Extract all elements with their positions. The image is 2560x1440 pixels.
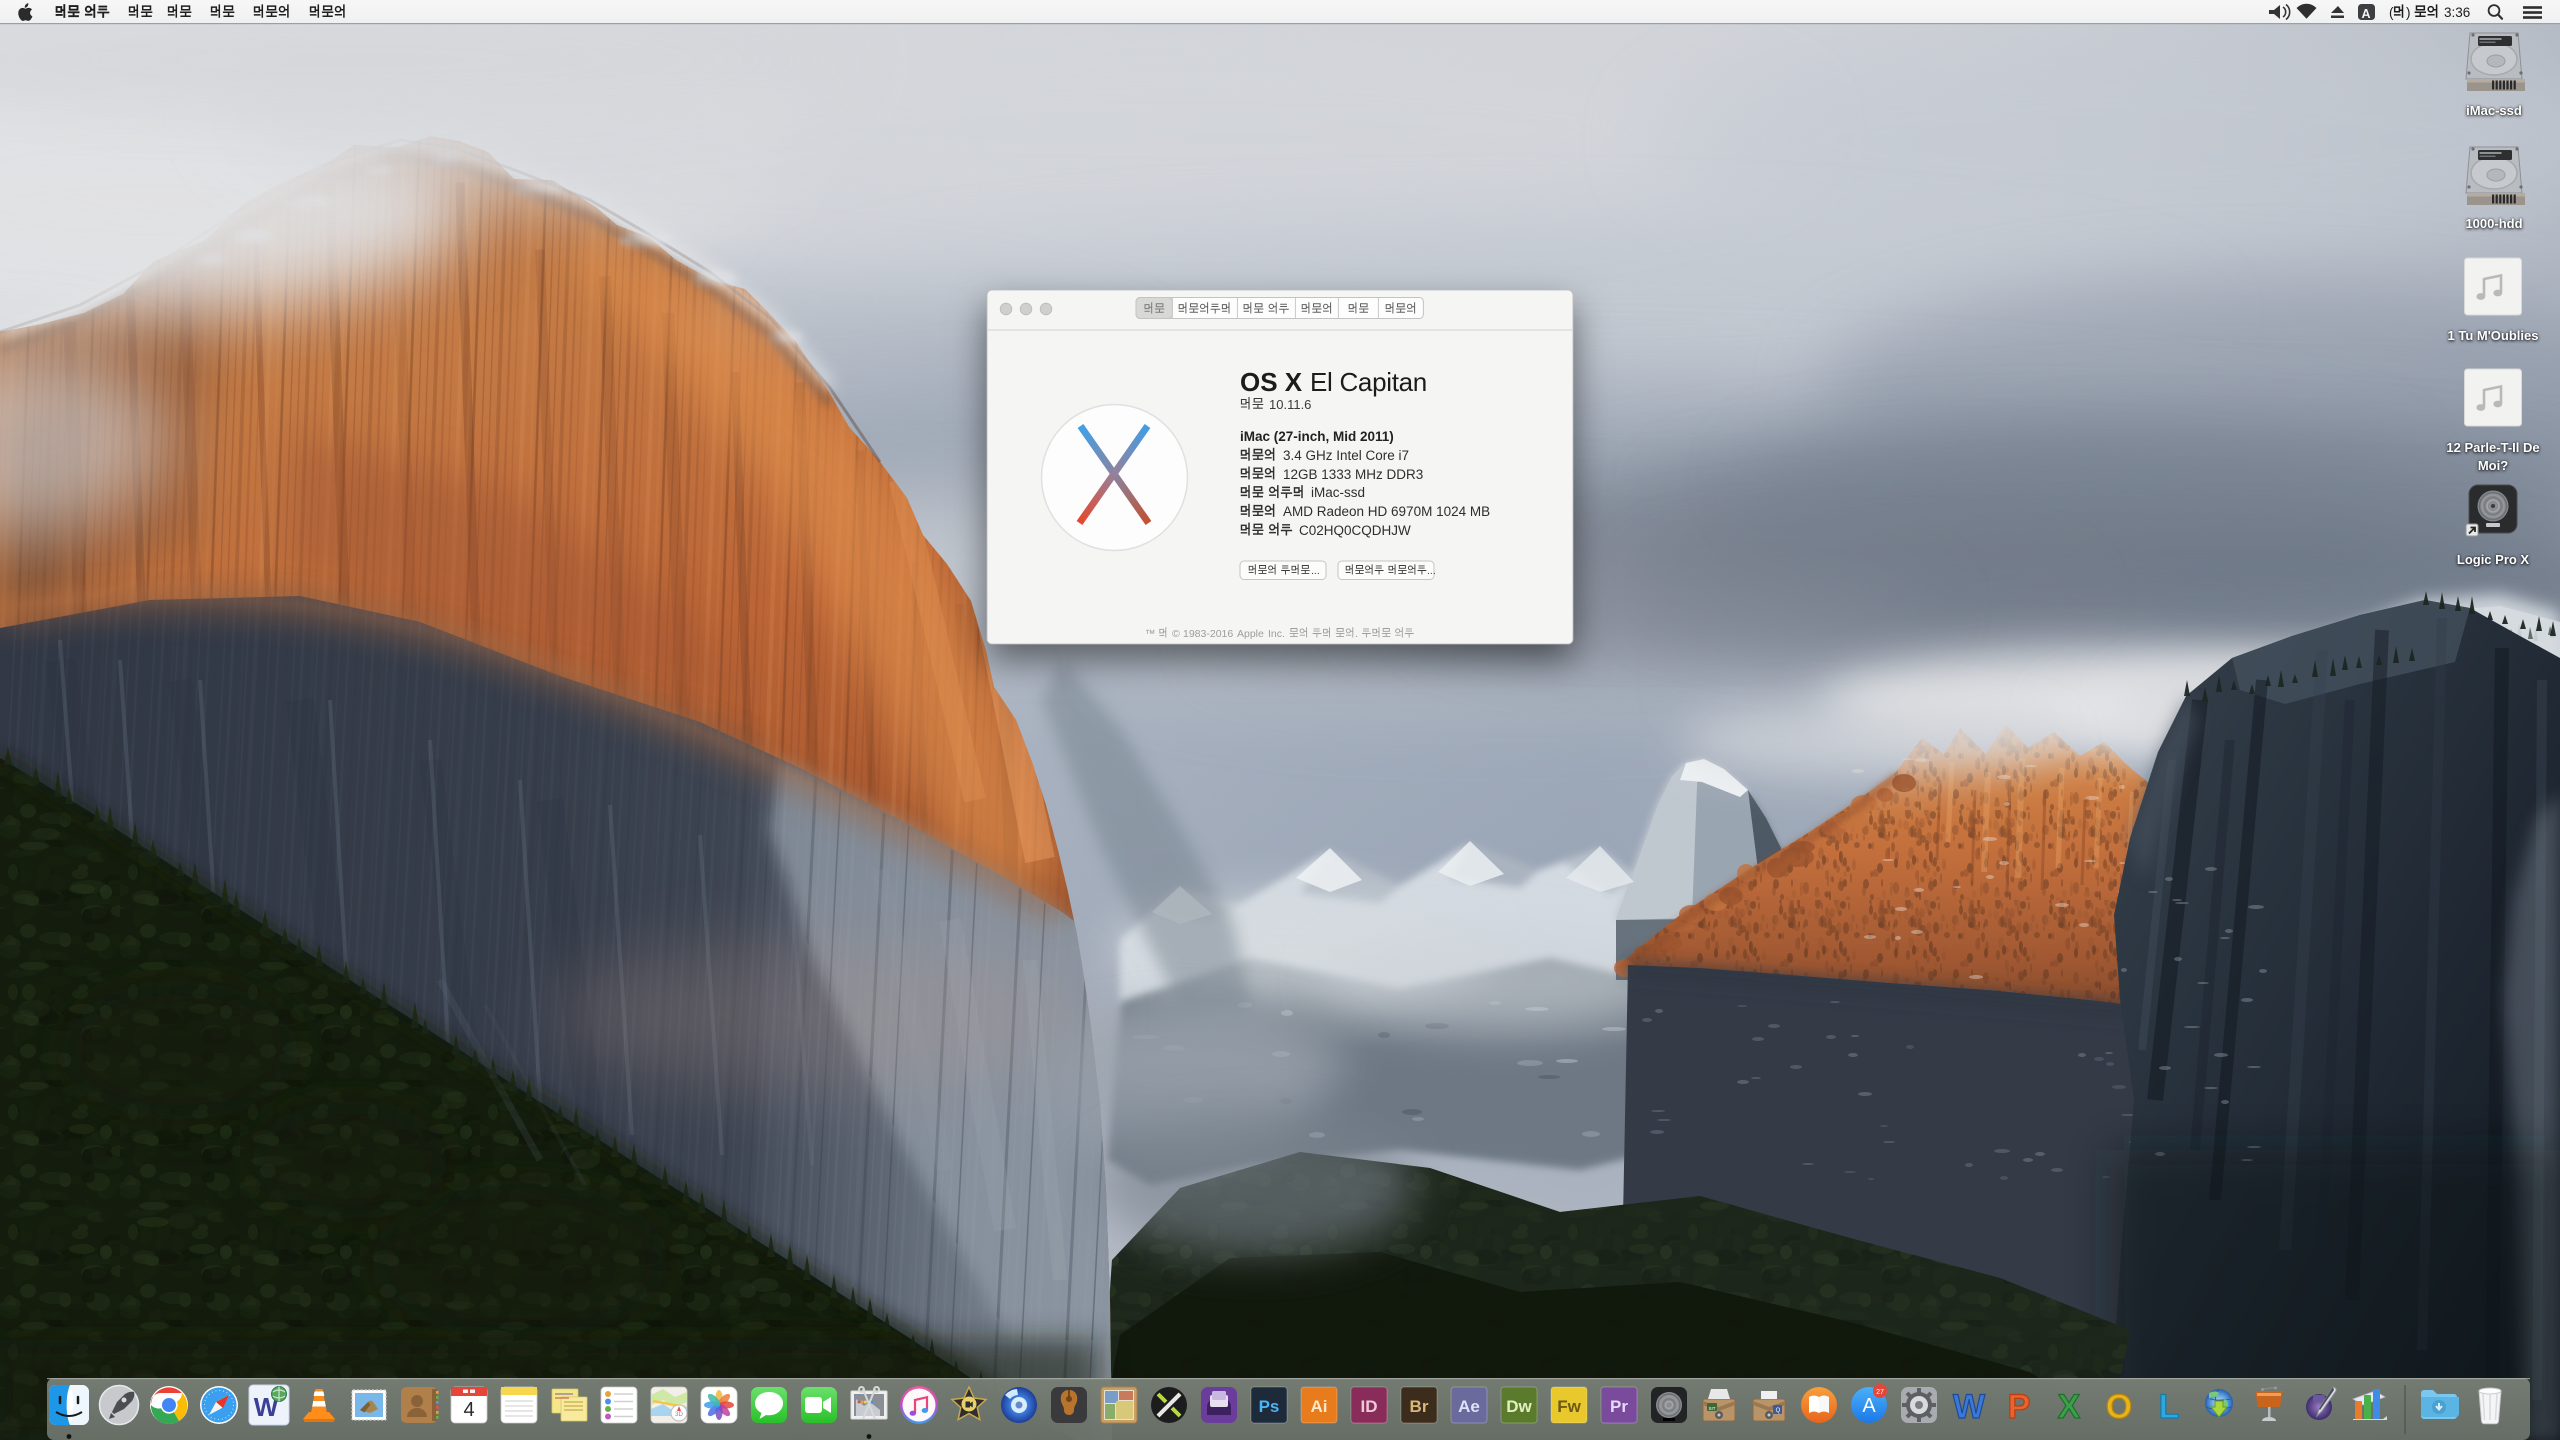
svg-text:iMac-ssd: iMac-ssd	[2466, 103, 2522, 118]
svg-text:W: W	[1953, 1388, 1986, 1426]
svg-text:SIT: SIT	[1708, 1406, 1715, 1411]
svg-text:...: ...	[1311, 565, 1320, 577]
svg-text:ID: ID	[1361, 1397, 1378, 1416]
svg-text:L: L	[2159, 1388, 2180, 1426]
svg-text:1000-hdd: 1000-hdd	[2465, 216, 2522, 231]
svg-text:.: .	[1355, 628, 1358, 640]
svg-text:C02HQ0CQDHJW: C02HQ0CQDHJW	[1299, 523, 1411, 538]
svg-text:Fw: Fw	[1557, 1397, 1581, 1416]
svg-text:Moi?: Moi?	[2478, 458, 2508, 473]
svg-text:OS X: OS X	[1240, 367, 1303, 397]
svg-text:Ps: Ps	[1259, 1397, 1280, 1416]
svg-text:4: 4	[463, 1399, 474, 1421]
svg-text:10.11.6: 10.11.6	[1269, 397, 1311, 412]
svg-text:27: 27	[1876, 1389, 1884, 1396]
svg-text:iMac-ssd: iMac-ssd	[1311, 485, 1365, 500]
svg-text:A: A	[2361, 7, 2370, 21]
svg-text:...: ...	[1427, 565, 1436, 577]
svg-text:O: O	[2106, 1388, 2132, 1426]
svg-text:): )	[2406, 5, 2411, 20]
svg-text:El Capitan: El Capitan	[1310, 367, 1427, 397]
svg-text:(: (	[2389, 5, 2394, 20]
svg-text:1983-2016: 1983-2016	[1183, 628, 1233, 640]
svg-text:©: ©	[1172, 628, 1180, 640]
svg-text:3:36: 3:36	[2444, 5, 2470, 20]
svg-text:Inc.: Inc.	[1268, 628, 1285, 640]
svg-text:Q: Q	[1776, 1408, 1781, 1414]
svg-text:3D: 3D	[675, 1412, 683, 1418]
svg-text:12 Parle-T-Il De: 12 Parle-T-Il De	[2446, 440, 2539, 455]
svg-text:Dw: Dw	[1506, 1397, 1532, 1416]
svg-text:P: P	[2008, 1388, 2031, 1426]
svg-text:iMac (27-inch, Mid 2011): iMac (27-inch, Mid 2011)	[1240, 429, 1394, 444]
svg-text:X: X	[2058, 1388, 2081, 1426]
svg-text:AMD Radeon HD 6970M 1024 MB: AMD Radeon HD 6970M 1024 MB	[1283, 504, 1490, 519]
svg-text:Ae: Ae	[1458, 1397, 1480, 1416]
svg-text:3.4 GHz Intel Core i7: 3.4 GHz Intel Core i7	[1283, 448, 1409, 463]
svg-text:Ai: Ai	[1311, 1397, 1328, 1416]
svg-text:™: ™	[1145, 628, 1156, 640]
svg-text:1 Tu M'Oublies: 1 Tu M'Oublies	[2448, 328, 2539, 343]
svg-text:Pr: Pr	[1610, 1397, 1628, 1416]
svg-text:12GB 1333 MHz DDR3: 12GB 1333 MHz DDR3	[1283, 467, 1423, 482]
svg-text:A: A	[1862, 1395, 1876, 1417]
svg-text:Logic Pro X: Logic Pro X	[2457, 552, 2530, 567]
svg-text:Apple: Apple	[1237, 628, 1264, 640]
svg-text:Br: Br	[1410, 1397, 1429, 1416]
